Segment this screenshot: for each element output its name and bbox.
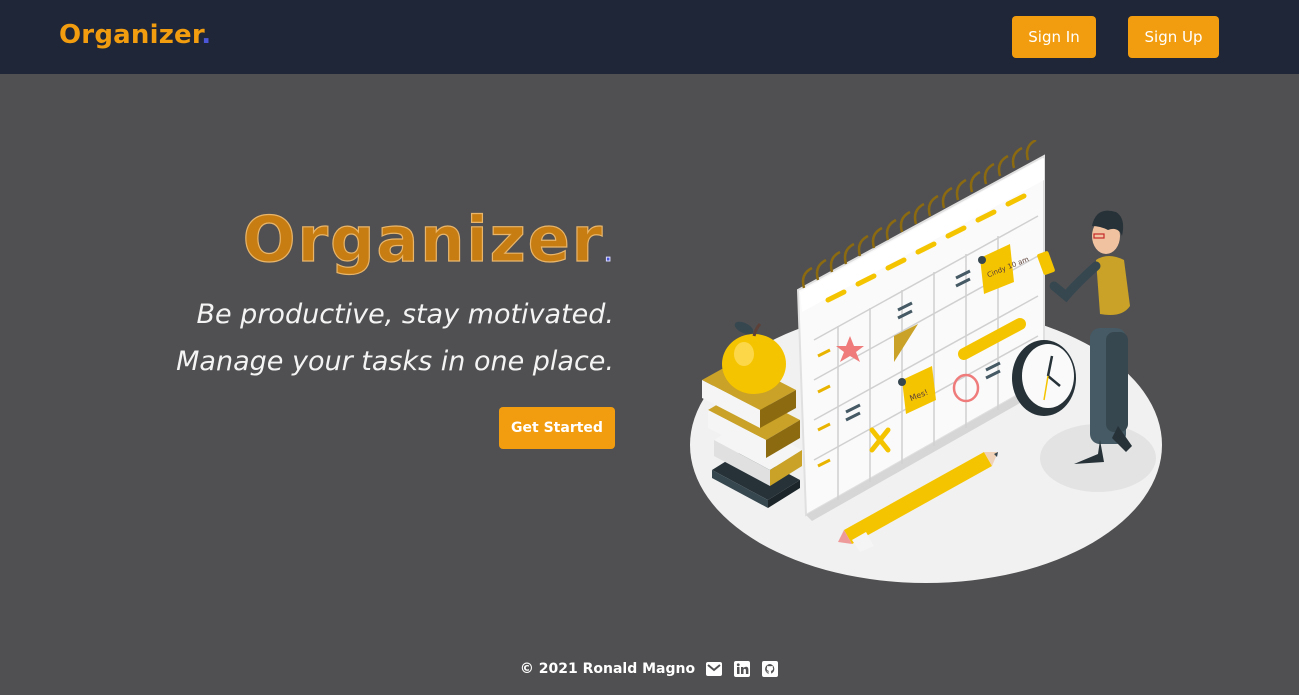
email-icon[interactable] <box>705 660 723 678</box>
apple-icon <box>722 321 786 394</box>
calendar-illustration: Mes! Cindy 10 am <box>690 140 1162 583</box>
navbar: Organizer. Sign In Sign Up <box>0 0 1299 74</box>
footer: © 2021 Ronald Magno <box>0 658 1299 680</box>
hero-tagline-2: Manage your tasks in one place. <box>176 346 614 377</box>
hero-title: Organizer. <box>242 202 614 276</box>
get-started-button[interactable]: Get Started <box>499 407 615 449</box>
sign-up-button[interactable]: Sign Up <box>1128 16 1219 58</box>
github-icon[interactable] <box>761 660 779 678</box>
hero-tagline-1: Be productive, stay motivated. <box>196 299 614 330</box>
sign-in-button[interactable]: Sign In <box>1012 16 1096 58</box>
brand-logo[interactable]: Organizer. <box>59 20 211 50</box>
copyright-text: © 2021 Ronald Magno <box>519 661 696 677</box>
clock-icon <box>1012 340 1076 416</box>
linkedin-icon[interactable] <box>733 660 751 678</box>
